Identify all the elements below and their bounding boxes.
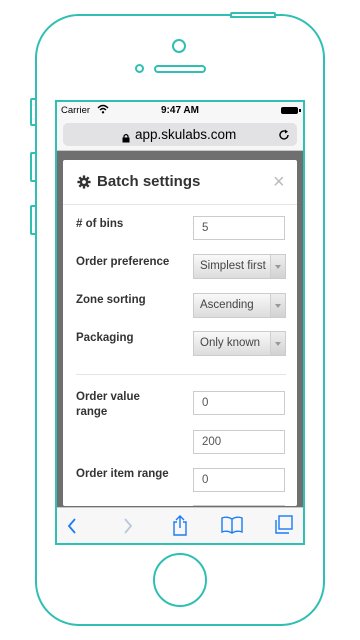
section-divider — [76, 374, 286, 375]
order-preference-value: Simplest first — [200, 260, 266, 272]
address-bar[interactable]: app.skulabs.com — [63, 123, 297, 146]
packaging-value: Only known — [200, 337, 261, 349]
order-value-min-input[interactable]: 0 — [193, 391, 285, 415]
order-item-range-label: Order item range — [76, 468, 169, 480]
volume-down-button — [30, 205, 37, 235]
order-preference-select[interactable]: Simplest first — [193, 254, 286, 279]
bins-label: # of bins — [76, 218, 124, 230]
front-camera — [172, 39, 186, 53]
tabs-icon[interactable] — [274, 515, 294, 540]
zone-sorting-label: Zone sorting — [76, 294, 146, 306]
battery-icon — [281, 107, 301, 114]
order-value-range-label: Order value range — [76, 390, 140, 420]
back-icon[interactable] — [66, 517, 80, 540]
order-preference-label: Order preference — [76, 256, 170, 268]
order-item-max-input[interactable] — [193, 505, 285, 506]
modal-title: Batch settings — [97, 173, 201, 190]
status-time: 9:47 AM — [161, 105, 199, 116]
close-icon[interactable]: × — [273, 171, 285, 194]
lock-icon — [122, 130, 130, 148]
batch-settings-modal: Batch settings × # of bins 5 Order prefe… — [63, 160, 297, 506]
home-button[interactable] — [153, 553, 207, 607]
modal-header: Batch settings × — [63, 160, 297, 205]
device-screen: Carrier 9:47 AM app.skulabs.com Batch se… — [55, 100, 305, 545]
earpiece-speaker — [154, 65, 206, 73]
mute-switch — [30, 98, 37, 126]
volume-up-button — [30, 152, 37, 182]
reload-icon[interactable] — [278, 128, 290, 146]
share-icon[interactable] — [171, 515, 189, 541]
bookmarks-icon[interactable] — [220, 516, 244, 539]
proximity-sensor — [135, 64, 144, 73]
order-value-range-label-line2: range — [76, 406, 108, 418]
browser-toolbar — [57, 507, 303, 543]
status-bar: Carrier 9:47 AM — [57, 102, 303, 120]
chevron-down-icon — [270, 332, 285, 355]
url-text: app.skulabs.com — [135, 127, 237, 142]
order-item-min-input[interactable]: 0 — [193, 468, 285, 492]
forward-icon[interactable] — [120, 517, 134, 540]
power-button — [230, 12, 276, 18]
gear-icon — [77, 175, 91, 194]
packaging-label: Packaging — [76, 332, 134, 344]
chevron-down-icon — [270, 294, 285, 317]
packaging-select[interactable]: Only known — [193, 331, 286, 356]
order-value-range-label-line1: Order value — [76, 391, 140, 403]
zone-sorting-value: Ascending — [200, 299, 254, 311]
chevron-down-icon — [270, 255, 285, 278]
bins-input[interactable]: 5 — [193, 216, 285, 240]
order-value-max-input[interactable]: 200 — [193, 430, 285, 454]
zone-sorting-select[interactable]: Ascending — [193, 293, 286, 318]
browser-address-area: app.skulabs.com — [57, 120, 303, 151]
